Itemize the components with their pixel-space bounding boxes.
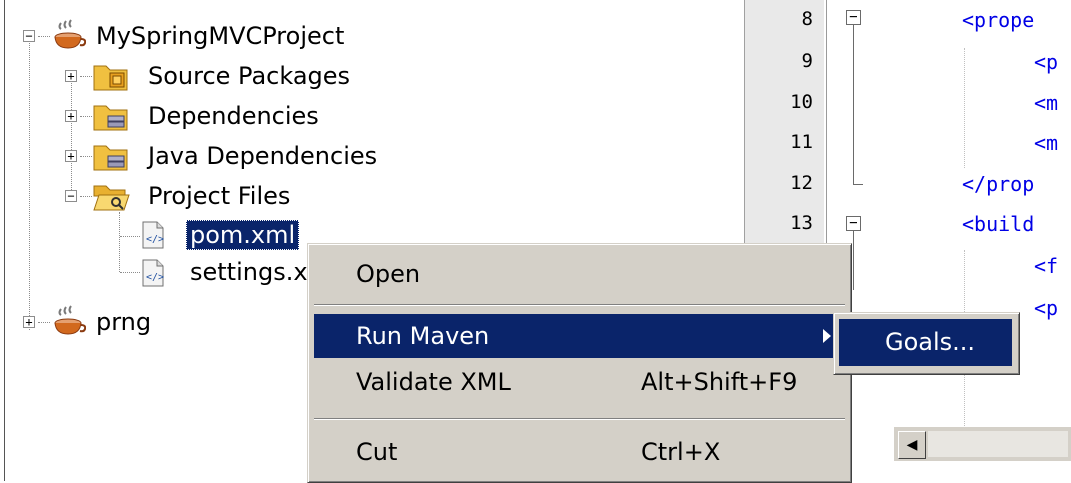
xml-file-icon: </> [142,259,164,287]
menu-item-open[interactable]: Open [314,252,845,296]
run-maven-submenu: Goals... [833,312,1020,375]
maven-project-icon [54,305,86,335]
context-menu: Open Run Maven Validate XML Alt+Shift+F9… [307,243,852,483]
tree-item-pom-xml[interactable]: pom.xml [186,220,300,250]
menu-item-label: Cut [356,438,398,466]
code-line: <prope [962,8,1035,32]
code-line: <m [1034,91,1059,115]
tree-item-dependencies[interactable]: Dependencies [148,102,319,130]
submenu-arrow-icon [823,329,831,343]
menu-item-label: Open [356,260,421,288]
line-number: 11 [790,131,813,153]
library-folder-icon [93,105,128,131]
code-line: <p [1034,296,1059,320]
tree-line [80,196,92,197]
tree-line [80,116,92,117]
code-line: </prop [962,172,1035,196]
menu-item-label: Goals... [885,328,976,356]
tree-line [71,80,72,200]
line-number: 9 [801,50,813,72]
horizontal-scrollbar[interactable]: ◀ [894,426,1071,461]
xml-file-icon: </> [142,221,164,249]
tree-line [29,40,30,330]
menu-separator [314,418,845,420]
tree-line [80,76,92,77]
line-number: 13 [790,212,813,234]
tree-line [38,322,50,323]
tree-item-source-packages[interactable]: Source Packages [148,62,350,90]
menu-item-goals[interactable]: Goals... [839,319,1012,366]
panel-border [4,0,5,481]
fold-guide [853,24,854,184]
fold-collapse-icon[interactable]: − [846,10,861,25]
line-number: 10 [790,91,813,113]
expand-toggle[interactable]: + [23,316,35,328]
menu-separator [314,304,845,306]
indent-guide [964,48,965,168]
menu-item-run-maven[interactable]: Run Maven [314,314,845,358]
collapse-toggle[interactable]: − [23,30,35,42]
code-line: <build [962,212,1035,236]
menu-item-cut[interactable]: Cut Ctrl+X [314,430,845,474]
tree-line [119,212,120,272]
tree-line [80,156,92,157]
tree-line [38,36,50,37]
open-folder-icon [93,185,130,211]
collapse-toggle[interactable]: − [65,190,77,202]
expand-toggle[interactable]: + [65,70,77,82]
line-number: 8 [801,8,813,30]
fold-guide [853,184,863,185]
line-number: 12 [790,172,813,194]
tree-line [120,272,140,273]
tree-item-settings-xml[interactable]: settings.x [190,258,308,286]
code-line: <p [1034,50,1059,74]
source-packages-icon [93,65,128,91]
tree-item-myspringmvcproject[interactable]: MySpringMVCProject [96,22,344,50]
code-line: <f [1034,254,1059,278]
svg-text:</>: </> [146,234,164,245]
tree-item-project-files[interactable]: Project Files [148,182,290,210]
expand-toggle[interactable]: + [65,150,77,162]
menu-item-validate-xml[interactable]: Validate XML Alt+Shift+F9 [314,360,845,404]
svg-text:</>: </> [146,272,164,283]
menu-item-label: Run Maven [356,322,490,350]
menu-item-shortcut: Ctrl+X [641,438,721,466]
code-line: <m [1034,131,1059,155]
fold-collapse-icon[interactable]: − [846,216,861,231]
tree-item-prng[interactable]: prng [96,308,151,336]
menu-item-shortcut: Alt+Shift+F9 [641,368,798,396]
maven-project-icon [54,19,86,49]
scrollbar-track[interactable] [928,431,1068,457]
fold-guide [853,230,854,290]
tree-item-java-dependencies[interactable]: Java Dependencies [148,142,377,170]
expand-toggle[interactable]: + [65,110,77,122]
library-folder-icon [93,145,128,171]
scroll-left-icon[interactable]: ◀ [898,431,926,459]
menu-item-label: Validate XML [356,368,511,396]
tree-line [120,236,140,237]
